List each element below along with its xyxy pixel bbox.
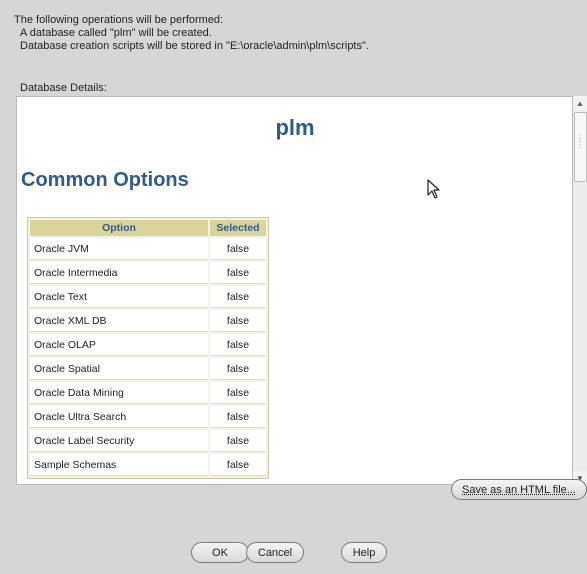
- option-name: Oracle Intermedia: [30, 262, 208, 284]
- option-selected: false: [210, 334, 266, 356]
- option-selected: false: [210, 454, 266, 476]
- summary-line-scripts: Database creation scripts will be stored…: [20, 40, 369, 52]
- column-header-option: Option: [30, 220, 208, 236]
- table-row: Oracle Text false: [30, 286, 266, 308]
- option-name: Oracle Text: [30, 286, 208, 308]
- save-as-html-label: Save as an HTML file...: [462, 483, 576, 496]
- table-row: Oracle XML DB false: [30, 310, 266, 332]
- column-header-selected: Selected: [210, 220, 266, 236]
- table-row: Oracle Label Security false: [30, 430, 266, 452]
- help-button[interactable]: Help: [341, 542, 387, 563]
- option-name: Oracle XML DB: [30, 310, 208, 332]
- database-details-label: Database Details:: [20, 82, 107, 94]
- mouse-pointer-icon: [427, 179, 441, 202]
- option-selected: false: [210, 406, 266, 428]
- option-selected: false: [210, 238, 266, 260]
- option-selected: false: [210, 358, 266, 380]
- table-row: Oracle Data Mining false: [30, 382, 266, 404]
- option-name: Oracle JVM: [30, 238, 208, 260]
- table-header-row: Option Selected: [30, 220, 266, 236]
- details-vertical-scrollbar[interactable]: ▲ ⋮ ⋮ ▼: [572, 96, 587, 485]
- table-row: Oracle Ultra Search false: [30, 406, 266, 428]
- scrollbar-grip-icon: ⋮ ⋮: [576, 134, 584, 149]
- option-selected: false: [210, 262, 266, 284]
- ok-button[interactable]: OK: [191, 542, 249, 563]
- operations-summary: The following operations will be perform…: [14, 14, 369, 53]
- table-row: Oracle Intermedia false: [30, 262, 266, 284]
- option-name: Oracle Ultra Search: [30, 406, 208, 428]
- database-details-viewer[interactable]: plm Common Options Option Selected Oracl…: [16, 96, 573, 485]
- cancel-button[interactable]: Cancel: [246, 542, 304, 563]
- save-as-html-button[interactable]: Save as an HTML file...: [451, 479, 587, 500]
- scroll-up-arrow-icon[interactable]: ▲: [573, 96, 587, 110]
- option-name: Oracle OLAP: [30, 334, 208, 356]
- database-name-heading: plm: [275, 115, 315, 140]
- table-row: Oracle JVM false: [30, 238, 266, 260]
- option-name: Oracle Spatial: [30, 358, 208, 380]
- option-name: Oracle Data Mining: [30, 382, 208, 404]
- option-name: Oracle Label Security: [30, 430, 208, 452]
- summary-heading: The following operations will be perform…: [14, 14, 224, 26]
- option-selected: false: [210, 430, 266, 452]
- summary-line-database: A database called "plm" will be created.: [20, 27, 212, 39]
- table-row: Oracle OLAP false: [30, 334, 266, 356]
- common-options-heading: Common Options: [21, 169, 189, 191]
- option-name: Sample Schemas: [30, 454, 208, 476]
- option-selected: false: [210, 286, 266, 308]
- table-row: Sample Schemas false: [30, 454, 266, 476]
- option-selected: false: [210, 310, 266, 332]
- table-row: Oracle Spatial false: [30, 358, 266, 380]
- option-selected: false: [210, 382, 266, 404]
- common-options-table: Option Selected Oracle JVM false Oracle I…: [27, 217, 269, 479]
